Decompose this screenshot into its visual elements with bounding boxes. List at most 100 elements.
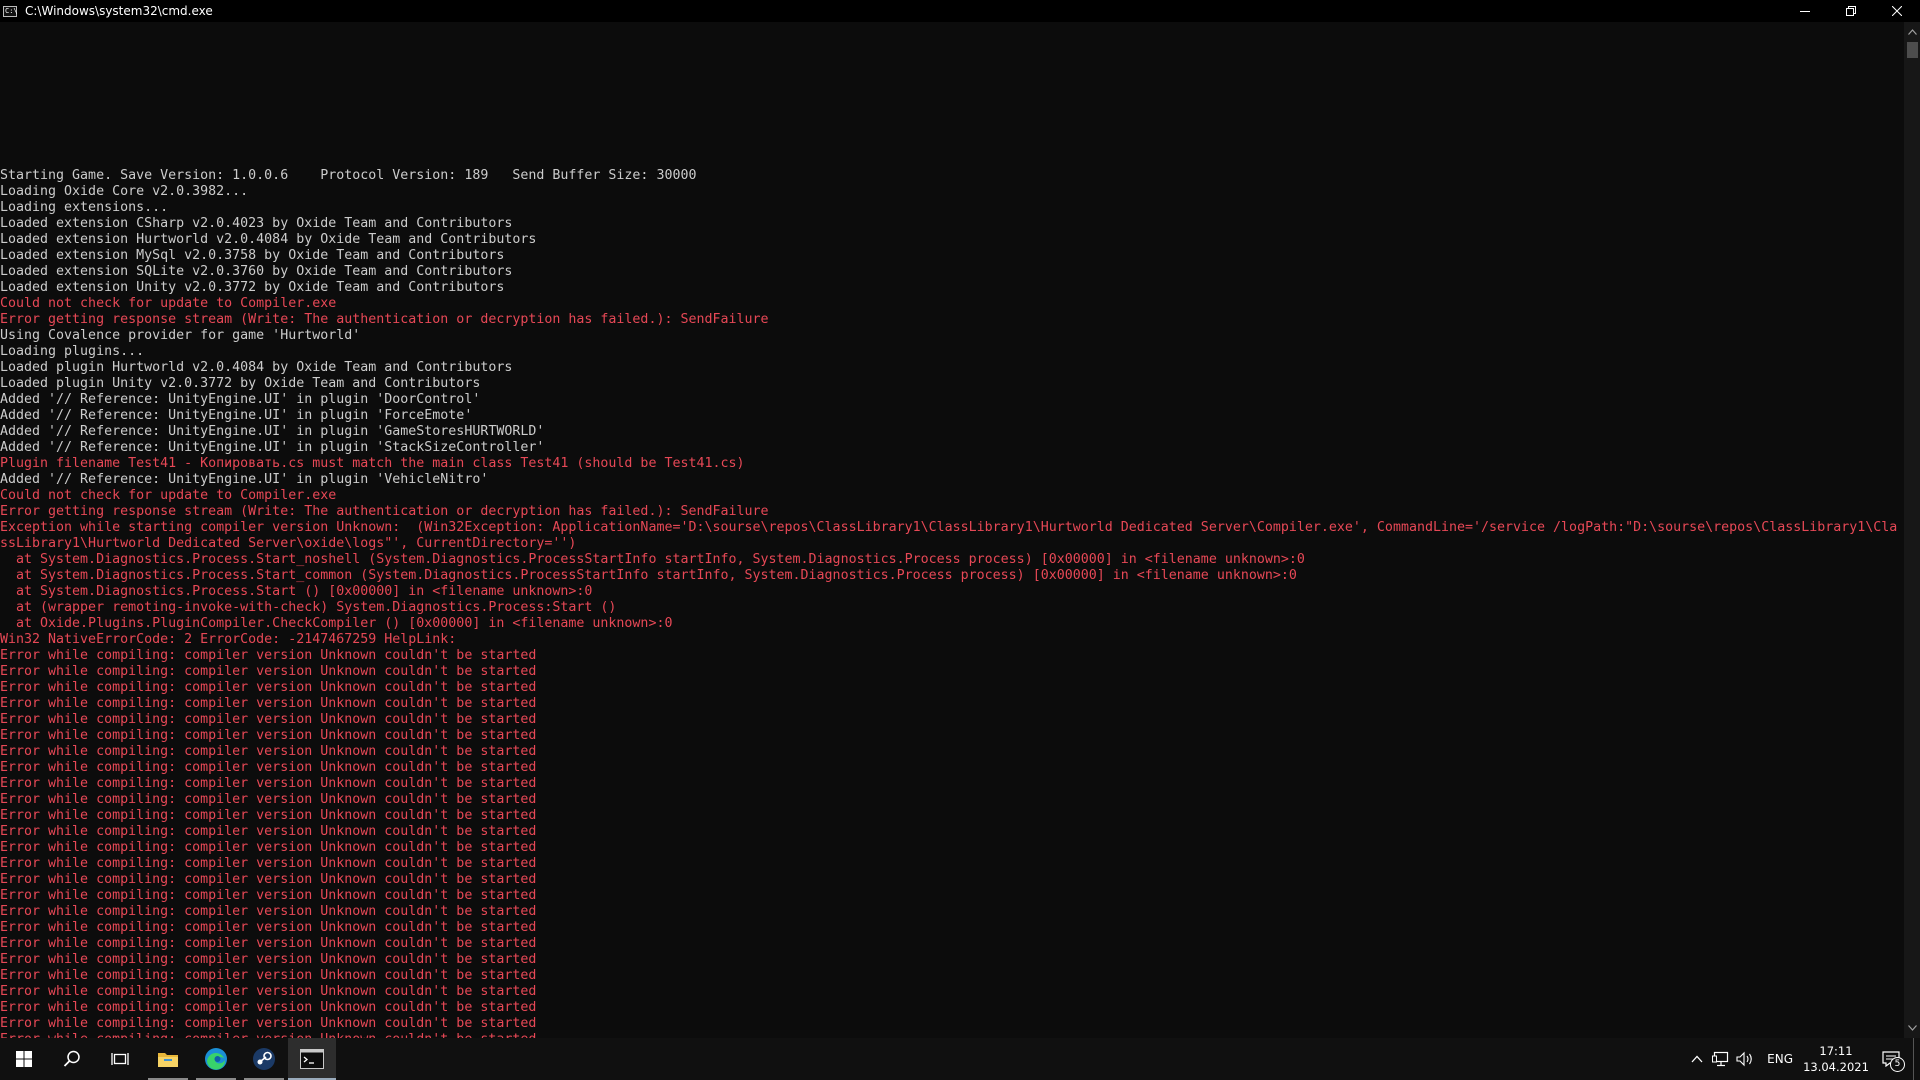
task-view-button[interactable] [96, 1038, 144, 1080]
console-error-line: Exception while starting compiler versio… [0, 520, 1898, 535]
clock[interactable]: 17:11 13.04.2021 [1803, 1043, 1869, 1075]
console-error-line: Error getting response stream (Write: Th… [0, 504, 769, 519]
taskbar: ENG 17:11 13.04.2021 5 [0, 1038, 1920, 1080]
input-language-indicator[interactable]: ENG [1767, 1052, 1793, 1066]
chevron-up-icon [1691, 1055, 1703, 1063]
console-line: Using Covalence provider for game 'Hurtw… [0, 328, 361, 343]
console-error-line: at System.Diagnostics.Process.Start_nosh… [0, 552, 1305, 567]
network-icon [1712, 1051, 1729, 1067]
console-line: Added '// Reference: UnityEngine.UI' in … [0, 408, 473, 423]
speaker-icon [1736, 1051, 1752, 1067]
scroll-down-button[interactable] [1904, 1020, 1920, 1036]
console-line: Loaded plugin Unity v2.0.3772 by Oxide T… [0, 376, 481, 391]
window-title: C:\Windows\system32\cmd.exe [25, 4, 213, 18]
console-output[interactable]: Starting Game. Save Version: 1.0.0.6 Pro… [0, 22, 1904, 1038]
console-line: Starting Game. Save Version: 1.0.0.6 Pro… [0, 168, 697, 183]
console-error-line: Error while compiling: compiler version … [0, 888, 537, 903]
console-line: Loaded extension SQLite v2.0.3760 by Oxi… [0, 264, 513, 279]
console-lines: Starting Game. Save Version: 1.0.0.6 Pro… [0, 168, 1900, 1038]
console-line: Loaded extension Hurtworld v2.0.4084 by … [0, 232, 537, 247]
console-error-line: Error while compiling: compiler version … [0, 936, 537, 951]
console-error-line: at System.Diagnostics.Process.Start () [… [0, 584, 593, 599]
console-error-line: Error while compiling: compiler version … [0, 1016, 537, 1031]
console-error-line: Error while compiling: compiler version … [0, 744, 537, 759]
console-line: Loaded plugin Hurtworld v2.0.4084 by Oxi… [0, 360, 513, 375]
console-error-line: Error while compiling: compiler version … [0, 984, 537, 999]
volume-button[interactable] [1733, 1038, 1757, 1080]
clock-date: 13.04.2021 [1803, 1060, 1869, 1074]
chevron-up-icon [1907, 29, 1917, 35]
console-error-line: Error getting response stream (Write: Th… [0, 312, 769, 327]
title-bar[interactable]: C:\ C:\Windows\system32\cmd.exe [0, 0, 1920, 22]
console-line: Added '// Reference: UnityEngine.UI' in … [0, 472, 489, 487]
console-error-line: Error while compiling: compiler version … [0, 776, 537, 791]
console-line: Loading Oxide Core v2.0.3982... [0, 184, 249, 199]
restore-icon [1846, 6, 1856, 16]
edge-button[interactable] [192, 1038, 240, 1080]
console-error-line: Win32 NativeErrorCode: 2 ErrorCode: -214… [0, 632, 457, 647]
folder-icon [158, 1053, 178, 1067]
clock-time: 17:11 [1819, 1044, 1853, 1058]
console-error-line: Error while compiling: compiler version … [0, 920, 537, 935]
close-button[interactable] [1874, 0, 1920, 22]
console-error-line: Error while compiling: compiler version … [0, 1000, 537, 1015]
console-error-line: Error while compiling: compiler version … [0, 952, 537, 967]
console-line: Added '// Reference: UnityEngine.UI' in … [0, 440, 545, 455]
chevron-down-icon [1907, 1025, 1917, 1031]
console-line: Loading plugins... [0, 344, 145, 359]
console-error-line: Error while compiling: compiler version … [0, 808, 537, 823]
network-button[interactable] [1709, 1038, 1733, 1080]
console-error-line: Error while compiling: compiler version … [0, 760, 537, 775]
task-view-icon [111, 1053, 129, 1065]
console-error-line: ssLibrary1\Hurtworld Dedicated Server\ox… [0, 536, 577, 551]
console-error-line: at System.Diagnostics.Process.Start_comm… [0, 568, 1297, 583]
cmd-app-icon[interactable]: C:\ [3, 5, 18, 17]
vertical-scrollbar[interactable] [1904, 22, 1920, 1038]
start-button[interactable] [0, 1038, 48, 1080]
console-error-line: Error while compiling: compiler version … [0, 840, 537, 855]
search-button[interactable] [48, 1038, 96, 1080]
console-error-line: Error while compiling: compiler version … [0, 792, 537, 807]
show-desktop-button[interactable] [1913, 1038, 1920, 1080]
notification-count-badge: 5 [1890, 1057, 1905, 1072]
console-error-line: Could not check for update to Compiler.e… [0, 488, 337, 503]
console-error-line: Error while compiling: compiler version … [0, 968, 537, 983]
console-line: Loading extensions... [0, 200, 169, 215]
close-icon [1892, 6, 1902, 16]
console-error-line: Error while compiling: compiler version … [0, 648, 537, 663]
console-error-line: Error while compiling: compiler version … [0, 904, 537, 919]
console-error-line: Could not check for update to Compiler.e… [0, 296, 337, 311]
restore-button[interactable] [1828, 0, 1874, 22]
console-line: Loaded extension MySql v2.0.3758 by Oxid… [0, 248, 505, 263]
console-error-line: Error while compiling: compiler version … [0, 712, 537, 727]
console-line: Loaded extension CSharp v2.0.4023 by Oxi… [0, 216, 513, 231]
search-icon [63, 1050, 80, 1067]
windows-logo-icon [16, 1051, 32, 1067]
system-tray: ENG 17:11 13.04.2021 5 [1685, 1038, 1920, 1080]
steam-icon [253, 1048, 275, 1070]
console-error-line: at (wrapper remoting-invoke-with-check) … [0, 600, 617, 615]
edge-icon [205, 1048, 227, 1070]
console-line: Loaded extension Unity v2.0.3772 by Oxid… [0, 280, 505, 295]
console-error-line: Error while compiling: compiler version … [0, 728, 537, 743]
file-explorer-button[interactable] [144, 1038, 192, 1080]
scroll-thumb[interactable] [1907, 42, 1918, 58]
show-hidden-icons-button[interactable] [1685, 1038, 1709, 1080]
window-controls [1782, 0, 1920, 22]
console-line: Added '// Reference: UnityEngine.UI' in … [0, 424, 545, 439]
cmd-button[interactable] [288, 1038, 336, 1080]
console-error-line: Error while compiling: compiler version … [0, 696, 537, 711]
steam-button[interactable] [240, 1038, 288, 1080]
minimize-icon [1800, 11, 1810, 12]
minimize-button[interactable] [1782, 0, 1828, 22]
console-error-line: Error while compiling: compiler version … [0, 824, 537, 839]
scroll-up-button[interactable] [1904, 24, 1920, 40]
cmd-icon [300, 1049, 324, 1069]
console-error-line: Error while compiling: compiler version … [0, 872, 537, 887]
console-error-line: Error while compiling: compiler version … [0, 664, 537, 679]
action-center-button[interactable]: 5 [1869, 1038, 1913, 1080]
console-error-line: Error while compiling: compiler version … [0, 856, 537, 871]
console-error-line: Error while compiling: compiler version … [0, 680, 537, 695]
console-error-line: at Oxide.Plugins.PluginCompiler.CheckCom… [0, 616, 673, 631]
console-line: Added '// Reference: UnityEngine.UI' in … [0, 392, 481, 407]
